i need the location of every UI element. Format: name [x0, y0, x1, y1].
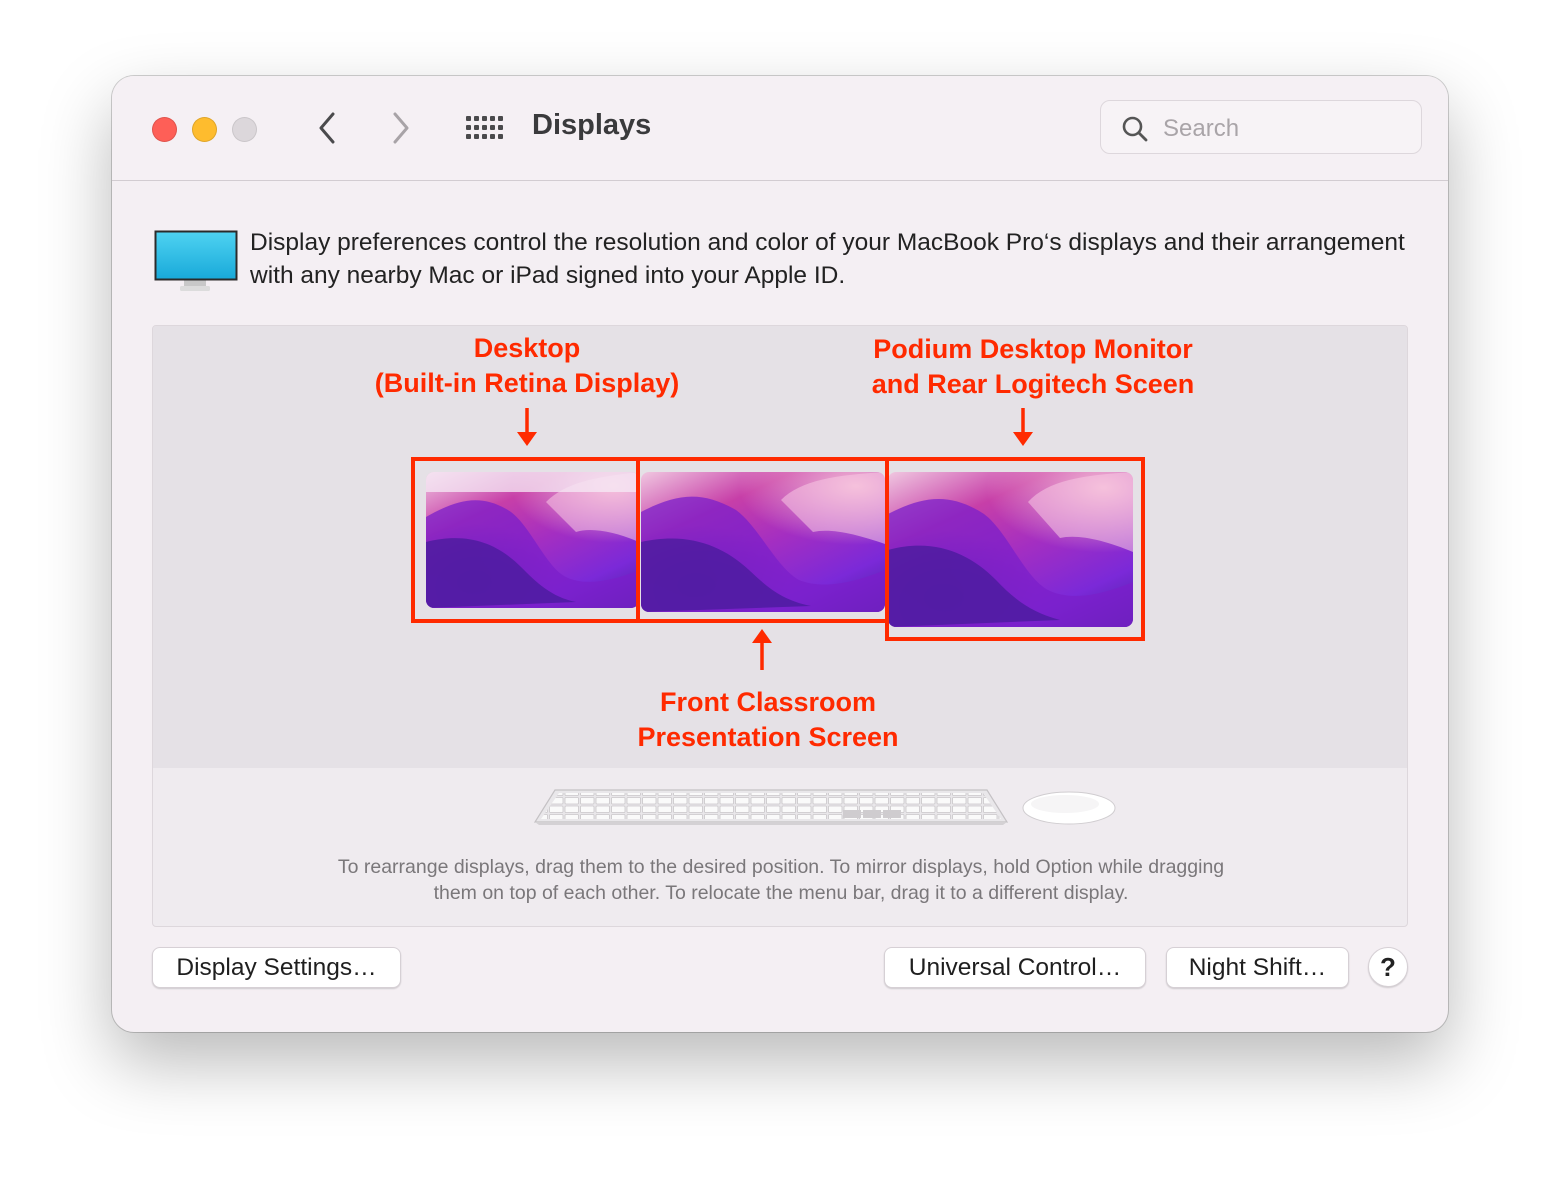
mouse-icon — [1022, 791, 1116, 825]
arrangement-help-text: To rearrange displays, drag them to the … — [153, 854, 1407, 906]
search-icon — [1122, 116, 1148, 142]
zoom-button — [232, 117, 257, 142]
grid-icon — [466, 116, 503, 139]
help-text-line1: To rearrange displays, drag them to the … — [337, 856, 1225, 878]
help-button[interactable]: ? — [1368, 947, 1408, 987]
search-field[interactable] — [1100, 100, 1422, 154]
show-all-button[interactable] — [464, 112, 504, 144]
chevron-right-icon — [393, 112, 409, 144]
intro-text: Display preferences control the resoluti… — [250, 229, 1405, 289]
forward-button[interactable] — [384, 110, 418, 146]
toolbar: Displays — [112, 76, 1448, 181]
podium-highlight — [885, 457, 1145, 641]
podium-annotation: Podium Desktop Monitor and Rear Logitech… — [813, 332, 1253, 402]
front-annotation-line1: Front Classroom — [659, 687, 877, 717]
help-text-line2: them on top of each other. To relocate t… — [433, 882, 1129, 904]
front-annotation: Front Classroom Presentation Screen — [573, 685, 963, 755]
display-settings-button[interactable]: Display Settings… — [152, 947, 401, 988]
keyboard-icon — [533, 789, 1009, 825]
back-button[interactable] — [310, 110, 344, 146]
desktop-annotation-line2: (Built-in Retina Display) — [374, 368, 680, 398]
desktop-highlight — [411, 457, 640, 623]
displays-window: Displays Display preferences control the… — [112, 76, 1448, 1032]
desktop-annotation-line1: Desktop — [473, 333, 581, 363]
front-annotation-line2: Presentation Screen — [637, 722, 899, 752]
front-classroom-highlight — [636, 457, 889, 623]
arrow-up-icon — [752, 629, 772, 670]
close-button[interactable] — [152, 117, 177, 142]
night-shift-button[interactable]: Night Shift… — [1166, 947, 1349, 988]
podium-annotation-line2: and Rear Logitech Sceen — [871, 369, 1195, 399]
display-arrangement-area: Desktop (Built-in Retina Display) Podium… — [152, 325, 1408, 927]
page-title: Displays — [532, 109, 652, 141]
chevron-left-icon — [319, 112, 335, 144]
desktop-annotation: Desktop (Built-in Retina Display) — [327, 331, 727, 401]
arrow-down-icon — [1013, 408, 1033, 446]
podium-annotation-line1: Podium Desktop Monitor — [873, 334, 1193, 364]
arrow-down-icon — [517, 408, 537, 446]
minimize-button[interactable] — [192, 117, 217, 142]
search-input[interactable] — [1161, 111, 1405, 147]
display-icon — [154, 230, 238, 291]
universal-control-button[interactable]: Universal Control… — [884, 947, 1146, 988]
